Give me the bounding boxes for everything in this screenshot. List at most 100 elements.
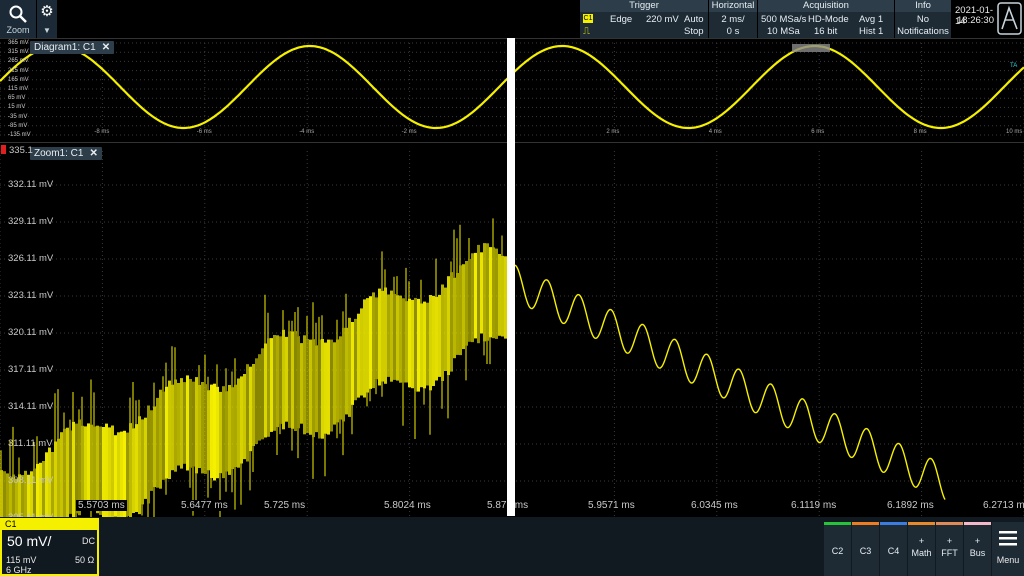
signal-button-c4[interactable]: C4 xyxy=(880,522,907,576)
rohde-schwarz-logo xyxy=(997,2,1022,35)
zoom-y-label: 332.11 mV xyxy=(8,179,54,190)
acquisition-mode: HD-Mode xyxy=(808,14,849,25)
rising-edge-icon: ⎍ xyxy=(583,26,590,37)
trigger-position-marker: TA xyxy=(1010,63,1018,69)
sample-rate: 500 MSa/s xyxy=(761,14,807,25)
chevron-down-icon: ▼ xyxy=(43,26,51,35)
zoom-waveform xyxy=(514,264,946,500)
time-text: 18:26:30 xyxy=(957,15,994,26)
signal-color-stripe xyxy=(824,522,851,525)
zoom-split-handle[interactable] xyxy=(507,38,515,516)
overview-x-label: 6 ms xyxy=(811,129,825,135)
channel-marker xyxy=(1,145,6,154)
horizontal-panel[interactable]: Horizontal 2 ms/ 0 s xyxy=(708,0,757,38)
magnifier-icon xyxy=(9,5,27,23)
signal-button-label: Math xyxy=(911,548,932,558)
overview-y-label: 15 mV xyxy=(8,104,26,111)
overview-x-label: 8 ms xyxy=(913,129,927,135)
signal-color-stripe xyxy=(852,522,879,525)
trigger-panel[interactable]: Trigger C1 ⎍ Edge 220 mV Auto Stop xyxy=(579,0,708,38)
zoom-x-label: 6.1892 ms xyxy=(885,500,936,511)
zoom-x-label: 5.9571 ms xyxy=(586,500,637,511)
overview-y-label: 165 mV xyxy=(8,76,29,83)
signal-button-label: C3 xyxy=(859,546,872,556)
trigger-state: Stop xyxy=(684,26,704,37)
zoom-y-label: 311.11 mV xyxy=(8,438,53,449)
overview-x-label: -4 ms xyxy=(299,129,315,135)
gear-icon: ⚙ xyxy=(40,3,54,20)
signal-button-c2[interactable]: C2 xyxy=(824,522,851,576)
notifications-label: Notifications xyxy=(897,26,949,37)
zoom-y-label: 317.11 mV xyxy=(8,364,54,375)
signal-button-label: C2 xyxy=(831,546,844,556)
channel-coupling: DC xyxy=(82,536,95,546)
channel-bandwidth: 6 GHz xyxy=(6,565,32,575)
overview-x-label: 10 ms xyxy=(1006,129,1023,135)
channel-impedance: 50 Ω xyxy=(75,555,95,565)
signal-button-fft[interactable]: + FFT xyxy=(936,522,963,576)
signal-button-c3[interactable]: C3 xyxy=(852,522,879,576)
trigger-level: 220 mV xyxy=(646,14,679,25)
overview-x-label: 2 ms xyxy=(606,129,620,135)
trigger-title: Trigger xyxy=(580,0,708,12)
diagram-tab[interactable]: Diagram1: C1 ✕ xyxy=(30,41,115,54)
zoom-y-label: 326.11 mV xyxy=(8,253,54,264)
zoom-y-label: 329.11 mV xyxy=(8,216,54,227)
resolution: 16 bit xyxy=(814,26,838,37)
overview-y-label: 315 mV xyxy=(8,49,29,56)
horizontal-scale: 2 ms/ xyxy=(721,14,745,25)
zoom-label: Zoom xyxy=(6,25,30,35)
datetime-display: 2021-01-14 18:26:30 xyxy=(951,0,997,38)
signal-button-label: C4 xyxy=(887,546,900,556)
channel-name: C1 xyxy=(5,519,17,529)
channel-c1-box[interactable]: C1 50 mV/ DC 115 mV 50 Ω 6 GHz xyxy=(0,518,99,576)
channel-scale: 50 mV/ xyxy=(7,533,52,549)
diagram-close-icon[interactable]: ✕ xyxy=(102,42,110,53)
overview-y-label: 265 mV xyxy=(8,58,29,65)
trigger-mode: Auto xyxy=(684,14,704,25)
zoom-x-label: 6.0345 ms xyxy=(689,500,740,511)
signal-button-prefix: + xyxy=(918,536,925,546)
zoom-tab[interactable]: Zoom1: C1 ✕ xyxy=(30,147,102,160)
hamburger-icon xyxy=(999,531,1017,546)
overview-x-label: -2 ms xyxy=(401,129,417,135)
history-count: Hist 1 xyxy=(859,26,884,37)
trigger-type: Edge xyxy=(610,14,633,25)
zoom-close-icon[interactable]: ✕ xyxy=(89,148,97,159)
overview-y-label: -35 mV xyxy=(8,113,28,120)
zoom-region-marker xyxy=(792,44,830,52)
overview-y-label: -85 mV xyxy=(8,122,28,129)
signal-button-prefix: + xyxy=(974,536,981,546)
overview-x-label: -6 ms xyxy=(196,129,212,135)
settings-button[interactable]: ⚙ ▼ xyxy=(37,0,58,38)
acquisition-title: Acquisition xyxy=(758,0,894,12)
info-panel[interactable]: Info No Notifications xyxy=(894,0,951,38)
zoom-y-label: 314.11 mV xyxy=(8,401,54,412)
top-toolbar: Zoom ⚙ ▼ Trigger C1 ⎍ Edge 220 mV Auto S… xyxy=(0,0,1024,38)
zoom-y-label: 308.11 mV xyxy=(8,475,54,486)
zoom-y-label: 320.11 mV xyxy=(8,327,54,338)
zoom-button[interactable]: Zoom xyxy=(0,0,37,38)
zoom-noise-band xyxy=(0,218,507,517)
zoom-top-value: 335.1 xyxy=(9,145,33,156)
diagram-tab-label: Diagram1: C1 xyxy=(34,42,96,53)
zoom-x-label: 5.8024 ms xyxy=(382,500,433,511)
overview-y-label: 215 mV xyxy=(8,67,29,74)
zoom-x-label: 5.6477 ms xyxy=(179,500,230,511)
signal-button-prefix: + xyxy=(946,536,953,546)
channel-indicator-icon: C1 xyxy=(583,14,593,23)
signal-color-stripe xyxy=(880,522,907,525)
record-length: 10 MSa xyxy=(767,26,800,37)
info-title: Info xyxy=(895,0,951,12)
signal-button-math[interactable]: + Math xyxy=(908,522,935,576)
horizontal-position: 0 s xyxy=(726,26,740,37)
signal-color-stripe xyxy=(908,522,935,525)
menu-button[interactable]: Menu xyxy=(992,522,1024,576)
acquisition-panel[interactable]: Acquisition 500 MSa/s 10 MSa HD-Mode 16 … xyxy=(757,0,894,38)
overview-y-label: 65 mV xyxy=(8,95,26,102)
overview-y-label: 115 mV xyxy=(8,86,29,92)
signal-button-bus[interactable]: + Bus xyxy=(964,522,991,576)
zoom-x-label: 6.1119 ms xyxy=(789,500,839,511)
zoom-x-label: 5.5703 ms xyxy=(76,500,127,511)
info-value: No xyxy=(916,14,930,25)
